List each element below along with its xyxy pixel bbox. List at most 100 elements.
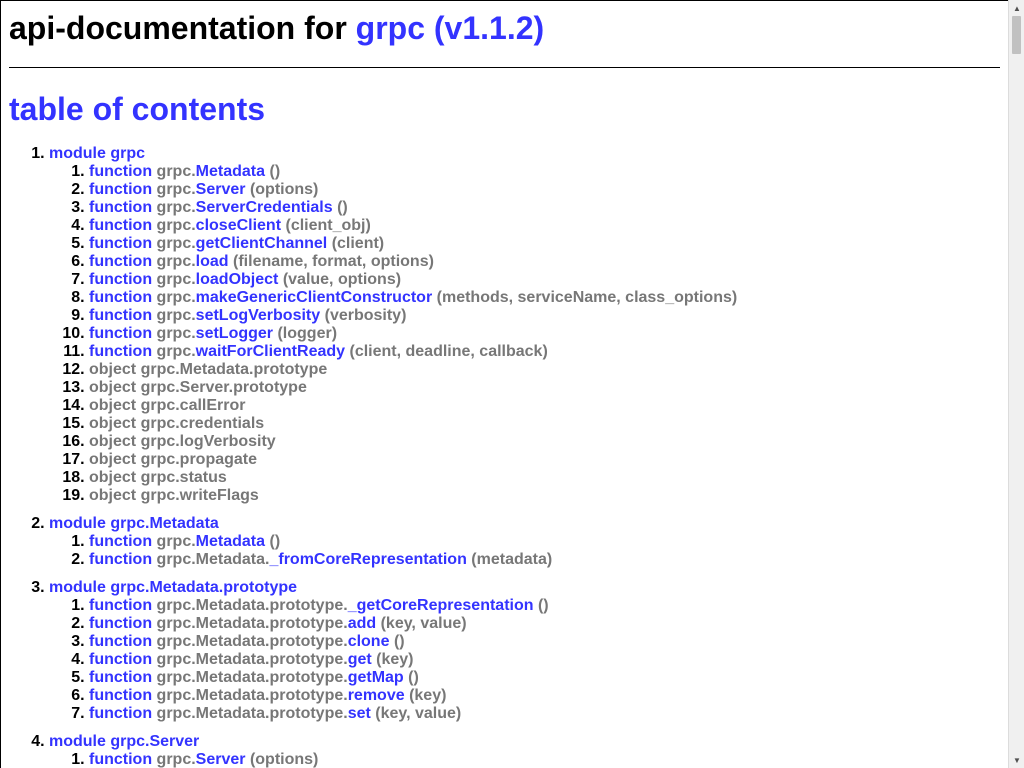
function-keyword-link[interactable]: function (89, 289, 152, 306)
scroll-up-icon[interactable]: ▲ (1009, 0, 1024, 16)
toc-module-list: module grpcfunction grpc.Metadata ()func… (9, 145, 1000, 768)
namespace-prefix: grpc. (156, 751, 196, 768)
scroll-down-icon[interactable]: ▼ (1009, 752, 1024, 768)
namespace-prefix: grpc. (156, 199, 196, 216)
function-keyword-link[interactable]: function (89, 551, 152, 568)
title-divider (9, 67, 1000, 68)
scrollbar-thumb[interactable] (1012, 16, 1021, 54)
toc-item: function grpc.ServerCredentials () (89, 199, 1000, 217)
function-name-link[interactable]: set (348, 705, 371, 722)
function-keyword-link[interactable]: function (89, 199, 152, 216)
vertical-scrollbar[interactable]: ▲ ▼ (1008, 0, 1024, 768)
function-name-link[interactable]: Metadata (196, 533, 265, 550)
toc-item: function grpc.getClientChannel (client) (89, 235, 1000, 253)
object-entry: object grpc.writeFlags (89, 487, 259, 504)
namespace-prefix: grpc. (156, 217, 196, 234)
function-keyword-link[interactable]: function (89, 633, 152, 650)
namespace-prefix: grpc. (156, 325, 196, 342)
function-name-link[interactable]: remove (348, 687, 405, 704)
function-keyword-link[interactable]: function (89, 181, 152, 198)
toc-item: object grpc.logVerbosity (89, 433, 1000, 451)
package-link[interactable]: grpc (v1.1.2) (356, 10, 545, 46)
object-entry: object grpc.Server.prototype (89, 379, 307, 396)
toc-item: object grpc.credentials (89, 415, 1000, 433)
function-name-link[interactable]: Metadata (196, 163, 265, 180)
object-entry: object grpc.status (89, 469, 227, 486)
namespace-prefix: grpc.Metadata.prototype. (156, 669, 348, 686)
namespace-prefix: grpc.Metadata. (156, 551, 270, 568)
namespace-prefix: grpc. (156, 163, 196, 180)
function-keyword-link[interactable]: function (89, 651, 152, 668)
toc-item: object grpc.propagate (89, 451, 1000, 469)
toc-heading[interactable]: table of contents (9, 90, 1000, 128)
function-name-link[interactable]: getClientChannel (196, 235, 328, 252)
function-keyword-link[interactable]: function (89, 751, 152, 768)
function-name-link[interactable]: _getCoreRepresentation (348, 597, 534, 614)
function-keyword-link[interactable]: function (89, 615, 152, 632)
function-name-link[interactable]: getMap (348, 669, 404, 686)
module-item-list: function grpc.Metadata.prototype._getCor… (49, 597, 1000, 723)
function-name-link[interactable]: Server (196, 751, 246, 768)
function-name-link[interactable]: clone (348, 633, 390, 650)
function-name-link[interactable]: closeClient (196, 217, 281, 234)
toc-item: function grpc.Metadata () (89, 163, 1000, 181)
function-signature: (client, deadline, callback) (349, 343, 548, 360)
toc-module: module grpc.Serverfunction grpc.Server (… (49, 733, 1000, 768)
function-signature: (methods, serviceName, class_options) (436, 289, 738, 306)
module-link[interactable]: module grpc.Server (49, 733, 199, 750)
toc-item: function grpc.Metadata.prototype.set (ke… (89, 705, 1000, 723)
function-keyword-link[interactable]: function (89, 669, 152, 686)
function-name-link[interactable]: ServerCredentials (196, 199, 333, 216)
function-signature: (options) (249, 181, 319, 198)
toc-module: module grpc.Metadatafunction grpc.Metada… (49, 515, 1000, 569)
function-name-link[interactable]: setLogger (196, 325, 273, 342)
function-name-link[interactable]: waitForClientReady (196, 343, 345, 360)
module-link[interactable]: module grpc.Metadata (49, 515, 219, 532)
toc-item: function grpc.Metadata.prototype.getMap … (89, 669, 1000, 687)
function-keyword-link[interactable]: function (89, 597, 152, 614)
function-name-link[interactable]: loadObject (196, 271, 279, 288)
function-name-link[interactable]: Server (196, 181, 246, 198)
toc-item: function grpc.Metadata.prototype.clone (… (89, 633, 1000, 651)
function-name-link[interactable]: get (348, 651, 372, 668)
toc-item: function grpc.Server (options) (89, 181, 1000, 199)
function-keyword-link[interactable]: function (89, 307, 152, 324)
function-signature: (verbosity) (324, 307, 407, 324)
page-title: api-documentation for grpc (v1.1.2) (9, 9, 1000, 47)
function-signature: (key, value) (380, 615, 467, 632)
namespace-prefix: grpc.Metadata.prototype. (156, 615, 348, 632)
document-frame: api-documentation for grpc (v1.1.2) tabl… (0, 0, 1008, 768)
module-link[interactable]: module grpc.Metadata.prototype (49, 579, 297, 596)
toc-item: object grpc.writeFlags (89, 487, 1000, 505)
object-entry: object grpc.propagate (89, 451, 258, 468)
function-name-link[interactable]: makeGenericClientConstructor (196, 289, 433, 306)
function-name-link[interactable]: _fromCoreRepresentation (269, 551, 466, 568)
function-signature: () (269, 163, 281, 180)
toc-item: function grpc.Metadata () (89, 533, 1000, 551)
function-name-link[interactable]: setLogVerbosity (196, 307, 320, 324)
function-keyword-link[interactable]: function (89, 271, 152, 288)
function-signature: (client) (331, 235, 385, 252)
function-keyword-link[interactable]: function (89, 705, 152, 722)
function-keyword-link[interactable]: function (89, 163, 152, 180)
function-keyword-link[interactable]: function (89, 253, 152, 270)
namespace-prefix: grpc.Metadata.prototype. (156, 651, 348, 668)
namespace-prefix: grpc. (156, 533, 196, 550)
toc-item: function grpc.loadObject (value, options… (89, 271, 1000, 289)
function-signature: () (269, 533, 281, 550)
module-link[interactable]: module grpc (49, 145, 145, 162)
function-keyword-link[interactable]: function (89, 533, 152, 550)
namespace-prefix: grpc. (156, 235, 196, 252)
function-keyword-link[interactable]: function (89, 343, 152, 360)
function-keyword-link[interactable]: function (89, 687, 152, 704)
function-name-link[interactable]: load (196, 253, 229, 270)
namespace-prefix: grpc.Metadata.prototype. (156, 705, 348, 722)
toc-item: object grpc.Server.prototype (89, 379, 1000, 397)
function-keyword-link[interactable]: function (89, 217, 152, 234)
object-entry: object grpc.logVerbosity (89, 433, 276, 450)
function-keyword-link[interactable]: function (89, 325, 152, 342)
function-name-link[interactable]: add (348, 615, 376, 632)
function-signature: (metadata) (471, 551, 553, 568)
toc-item: function grpc.waitForClientReady (client… (89, 343, 1000, 361)
function-keyword-link[interactable]: function (89, 235, 152, 252)
